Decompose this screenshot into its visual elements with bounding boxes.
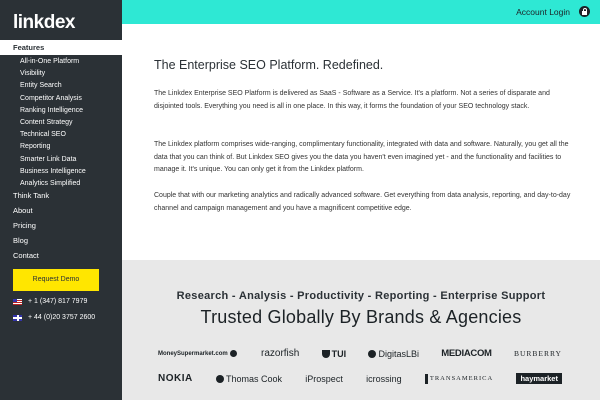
nav-item-blog[interactable]: Blog [0, 233, 122, 248]
paragraph-functionality: The Linkdex platform comprises wide-rang… [154, 141, 569, 173]
subnav-item-technical-seo[interactable]: Technical SEO [0, 129, 122, 141]
brand-logo-mediacom: MEDIACOM [441, 348, 492, 359]
main-content: The Enterprise SEO Platform. Redefined. … [122, 24, 600, 260]
subnav-item-reporting[interactable]: Reporting [0, 141, 122, 153]
nav-item-features[interactable]: Features [0, 40, 122, 55]
brand-logo-transamerica: TRANSAMERICA [424, 373, 493, 384]
paragraph-intro: The Linkdex Enterprise SEO Platform is d… [154, 90, 550, 110]
subnav-item-content-strategy[interactable]: Content Strategy [0, 117, 122, 129]
brand-logo-moneysupermarket: MoneySupermarket.com [158, 350, 239, 357]
logo-row-1: MoneySupermarket.com razorfish TUI Digit… [158, 348, 562, 359]
phone-us[interactable]: + 1 (347) 817 7979 [13, 298, 87, 305]
main-nav: Think Tank About Pricing Blog Contact [0, 188, 122, 263]
trusted-headline: Trusted Globally By Brands & Agencies [200, 307, 522, 327]
page-title: The Enterprise SEO Platform. Redefined. [154, 58, 384, 72]
brand-logo-burberry: BURBERRY [513, 349, 562, 358]
tagline: Research - Analysis - Productivity - Rep… [176, 290, 546, 302]
brand-logo-tui: TUI [321, 349, 346, 359]
lock-icon[interactable] [579, 6, 590, 17]
phone-uk-number: + 44 (0)20 3757 2600 [28, 314, 96, 321]
brand-logo-icrossing: icrossing [366, 373, 402, 384]
brand-logo-haymarket: haymarket [516, 373, 562, 384]
subnav-item-all-in-one[interactable]: All-in-One Platform [0, 56, 122, 68]
brand-logo-iprospect: iProspect [305, 373, 343, 384]
subnav-item-smarter-link-data[interactable]: Smarter Link Data [0, 154, 122, 166]
request-demo-button[interactable]: Request Demo [13, 269, 99, 291]
account-login-link[interactable]: Account Login [516, 0, 570, 24]
brand-logo-nokia: NOKIA [158, 373, 193, 384]
brand-logo-thomas-cook: Thomas Cook [216, 374, 282, 384]
subnav-item-visibility[interactable]: Visibility [0, 68, 122, 80]
subnav-item-entity-search[interactable]: Entity Search [0, 80, 122, 92]
linkdex-logo[interactable]: linkdex [13, 12, 75, 34]
subnav-item-business-intelligence[interactable]: Business Intelligence [0, 166, 122, 178]
us-flag-icon [13, 298, 22, 305]
nav-item-pricing[interactable]: Pricing [0, 218, 122, 233]
subnav-item-competitor-analysis[interactable]: Competitor Analysis [0, 93, 122, 105]
trusted-section: Research - Analysis - Productivity - Rep… [122, 260, 600, 400]
logo-row-2: NOKIA Thomas Cook iProspect icrossing TR… [158, 373, 562, 384]
subnav-item-ranking-intelligence[interactable]: Ranking Intelligence [0, 105, 122, 117]
phone-us-number: + 1 (347) 817 7979 [28, 298, 88, 305]
nav-item-contact[interactable]: Contact [0, 248, 122, 263]
features-subnav: All-in-One Platform Visibility Entity Se… [0, 56, 122, 190]
brand-logo-razorfish: razorfish [261, 348, 300, 359]
paragraph-analytics: Couple that with our marketing analytics… [154, 192, 571, 212]
top-bar: Account Login [122, 0, 600, 24]
phone-uk[interactable]: + 44 (0)20 3757 2600 [13, 314, 95, 321]
uk-flag-icon [13, 314, 22, 321]
nav-item-about[interactable]: About [0, 203, 122, 218]
sidebar: linkdex Features All-in-One Platform Vis… [0, 0, 122, 400]
brand-logo-digitaslbi: DigitasLBi [368, 349, 419, 359]
nav-item-think-tank[interactable]: Think Tank [0, 188, 122, 203]
